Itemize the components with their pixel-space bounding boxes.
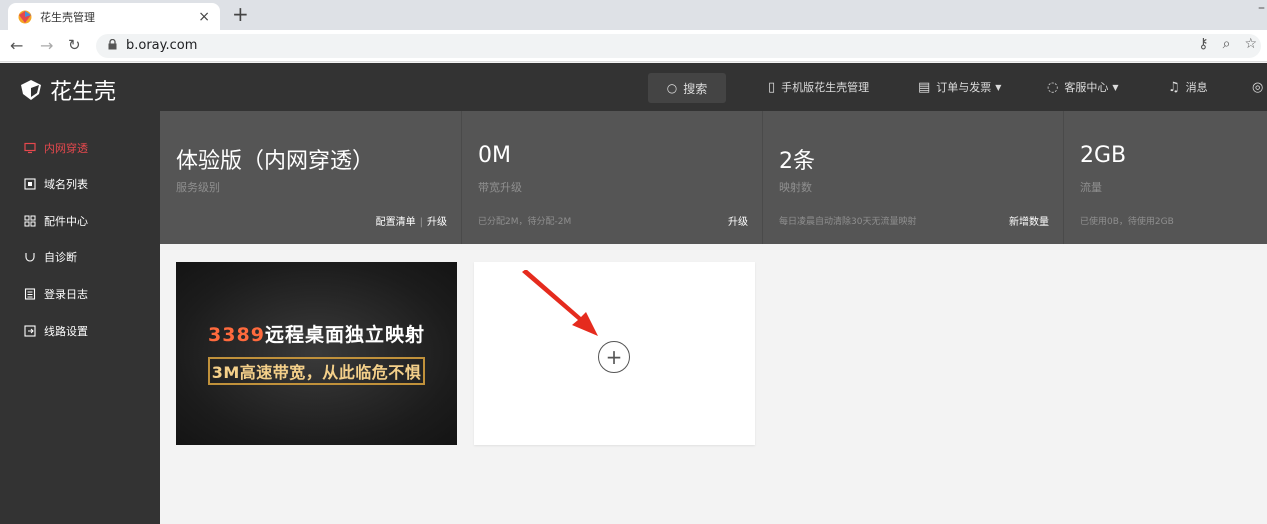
orders-menu[interactable]: ▤ 订单与发票 ▼ xyxy=(918,63,1001,111)
bookmark-star-icon[interactable]: ☆ xyxy=(1244,36,1257,52)
app-header: 花生壳 ○ 搜索 ▯ 手机版花生壳管理 ▤ 订单与发票 ▼ ◌ 客服中心 ▼ ♫… xyxy=(0,63,1267,111)
banner-headline: 远程桌面独立映射 xyxy=(264,324,425,346)
log-icon xyxy=(24,288,36,300)
monitor-icon xyxy=(24,142,36,154)
headset-icon: ◌ xyxy=(1047,79,1059,95)
lock-icon xyxy=(108,39,117,50)
sidebar-item-accessories[interactable]: 配件中心 xyxy=(24,211,88,231)
chevron-down-icon: ▼ xyxy=(1112,82,1119,92)
oray-favicon-icon xyxy=(18,10,32,23)
sidebar-item-label: 域名列表 xyxy=(44,178,88,191)
forward-icon[interactable]: → xyxy=(40,36,53,55)
sidebar-item-label: 内网穿透 xyxy=(44,142,88,155)
stat-mappings: 2条 映射数 每日凌晨自动清除30天无流量映射 新增数量 xyxy=(763,111,1064,244)
tab-close-icon[interactable]: × xyxy=(198,9,210,25)
banner-subline: 3M高速带宽，从此临危不惧 xyxy=(211,363,422,382)
banner-number: 3389 xyxy=(208,324,265,346)
stat-label: 映射数 xyxy=(779,181,812,194)
sidebar-item-label: 配件中心 xyxy=(44,215,88,228)
stats-band: 体验版（内网穿透） 服务级别 配置清单 | 升级 0M 带宽升级 已分配2M，待分配… xyxy=(160,111,1267,244)
route-icon xyxy=(24,325,36,337)
bandwidth-upgrade-link[interactable]: 升级 xyxy=(728,213,748,228)
address-bar: ← → ↻ b.oray.com ⚷ ⌕ ☆ xyxy=(0,30,1267,62)
stat-bandwidth: 0M 带宽升级 已分配2M，待分配-2M 升级 xyxy=(462,111,763,244)
sidebar-item-label: 登录日志 xyxy=(44,288,88,301)
search-button[interactable]: ○ 搜索 xyxy=(648,73,726,103)
main-content: 3389远程桌面独立映射 3M高速带宽，从此临危不惧 + xyxy=(160,244,1267,524)
sidebar-item-domain-list[interactable]: 域名列表 xyxy=(24,174,88,194)
tab-title: 花生壳管理 xyxy=(40,10,95,24)
zoom-icon[interactable]: ⌕ xyxy=(1223,36,1231,52)
stat-note: 已分配2M，待分配-2M xyxy=(478,217,572,227)
search-icon: ○ xyxy=(666,81,678,95)
messages-link[interactable]: ♫ 消息 xyxy=(1168,63,1208,111)
sidebar-item-diagnose[interactable]: 自诊断 xyxy=(24,247,77,267)
url-text: b.oray.com xyxy=(126,38,198,53)
add-circle-icon[interactable]: + xyxy=(598,341,630,373)
minimize-icon[interactable]: – xyxy=(1258,0,1265,16)
stat-value: 体验版（内网穿透） xyxy=(176,149,375,174)
url-field[interactable]: b.oray.com ⚷ ⌕ ☆ xyxy=(96,34,1261,58)
upgrade-link[interactable]: 升级 xyxy=(427,217,447,228)
reload-icon[interactable]: ↻ xyxy=(68,36,81,54)
phone-icon: ▯ xyxy=(768,79,776,95)
diagnose-icon xyxy=(24,251,36,263)
grid-icon xyxy=(24,215,36,227)
list-icon xyxy=(24,178,36,190)
mobile-management-link[interactable]: ▯ 手机版花生壳管理 xyxy=(768,63,869,111)
red-arrow-icon xyxy=(522,270,598,336)
logo[interactable]: 花生壳 xyxy=(20,74,116,106)
stat-label: 流量 xyxy=(1080,181,1102,194)
stat-label: 服务级别 xyxy=(176,181,220,194)
browser-tab[interactable]: 花生壳管理 × xyxy=(8,3,220,30)
new-tab-button[interactable]: + xyxy=(232,3,249,25)
sidebar-item-nat-traversal[interactable]: 内网穿透 xyxy=(24,138,88,158)
logo-text: 花生壳 xyxy=(50,80,117,105)
add-mapping-card[interactable]: + xyxy=(474,262,755,445)
stat-traffic: 2GB 流量 已使用0B，待使用2GB xyxy=(1064,111,1267,244)
user-avatar[interactable]: ◎ xyxy=(1252,63,1267,111)
sidebar-item-label: 自诊断 xyxy=(44,251,77,264)
bell-icon: ♫ xyxy=(1168,79,1180,95)
sidebar: 内网穿透 域名列表 配件中心 自诊断 登录日志 线路设置 xyxy=(0,111,160,524)
back-icon[interactable]: ← xyxy=(10,36,23,55)
add-quantity-link[interactable]: 新增数量 xyxy=(1009,213,1049,228)
browser-tab-bar: 花生壳管理 × + – xyxy=(0,0,1267,30)
user-icon: ◎ xyxy=(1252,79,1264,95)
sidebar-item-login-log[interactable]: 登录日志 xyxy=(24,284,88,304)
key-icon[interactable]: ⚷ xyxy=(1198,36,1208,52)
peanut-logo-icon xyxy=(21,80,41,100)
messages-label: 消息 xyxy=(1185,81,1208,94)
chevron-down-icon: ▼ xyxy=(995,82,1002,92)
support-label: 客服中心 xyxy=(1064,81,1109,94)
document-icon: ▤ xyxy=(918,79,931,95)
config-list-link[interactable]: 配置清单 xyxy=(376,217,416,228)
orders-label: 订单与发票 xyxy=(936,81,992,94)
search-label: 搜索 xyxy=(683,81,708,96)
promo-banner[interactable]: 3389远程桌面独立映射 3M高速带宽，从此临危不惧 xyxy=(176,262,457,445)
sidebar-item-label: 线路设置 xyxy=(44,325,88,338)
stat-note: 每日凌晨自动清除30天无流量映射 xyxy=(779,217,917,227)
stat-value: 0M xyxy=(478,143,511,168)
stat-service-level: 体验版（内网穿透） 服务级别 配置清单 | 升级 xyxy=(160,111,462,244)
stat-label: 带宽升级 xyxy=(478,181,522,194)
stat-note: 已使用0B，待使用2GB xyxy=(1080,217,1174,227)
support-menu[interactable]: ◌ 客服中心 ▼ xyxy=(1047,63,1119,111)
sidebar-item-route-settings[interactable]: 线路设置 xyxy=(24,321,88,341)
mobile-label: 手机版花生壳管理 xyxy=(781,81,870,94)
stat-value: 2GB xyxy=(1080,143,1127,168)
stat-value: 2条 xyxy=(779,149,815,174)
